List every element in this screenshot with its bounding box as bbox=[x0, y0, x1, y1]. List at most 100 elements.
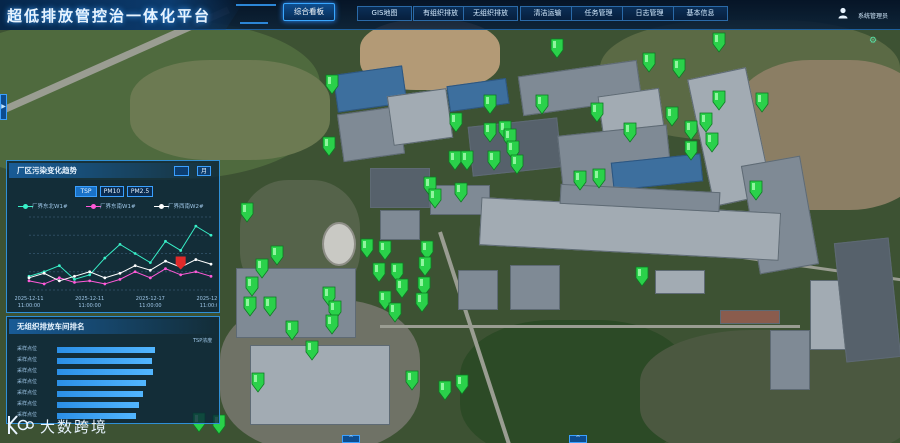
monitor-pin-icon[interactable] bbox=[372, 262, 386, 283]
tab-gis-map[interactable]: GIS地图 bbox=[357, 6, 412, 21]
bottom-panel-toggle[interactable]: ^ bbox=[342, 435, 360, 443]
series-point-1 bbox=[194, 270, 198, 274]
monitor-pin-icon[interactable] bbox=[360, 238, 374, 259]
monitor-pin-icon[interactable] bbox=[487, 150, 501, 171]
tab-tsp[interactable]: TSP bbox=[75, 186, 97, 197]
monitor-pin-icon[interactable] bbox=[550, 38, 564, 59]
monitor-pin-icon[interactable] bbox=[712, 32, 726, 53]
monitor-pin-icon[interactable] bbox=[712, 90, 726, 111]
monitor-pin-icon[interactable] bbox=[285, 320, 299, 341]
monitor-pin-icon[interactable] bbox=[684, 120, 698, 141]
ranking-row[interactable]: 采样点位 bbox=[17, 378, 213, 387]
ranking-bar bbox=[57, 358, 152, 364]
series-point-2 bbox=[57, 279, 61, 283]
tab-unorganized-emission[interactable]: 无组织排放 bbox=[463, 6, 518, 21]
monitor-pin-icon[interactable] bbox=[483, 122, 497, 143]
series-point-1 bbox=[88, 279, 92, 283]
ranking-label: 采样点位 bbox=[17, 346, 38, 352]
monitor-pin-icon[interactable] bbox=[623, 122, 637, 143]
map-view-control-icon[interactable]: ⚙ bbox=[864, 36, 882, 47]
series-point-1 bbox=[179, 273, 183, 277]
monitor-pin-icon[interactable] bbox=[672, 58, 686, 79]
monitor-pin-icon[interactable] bbox=[665, 106, 679, 127]
tab-log-management[interactable]: 日志管理 bbox=[622, 6, 677, 21]
ranking-row[interactable]: 采样点位 bbox=[17, 356, 213, 365]
monitor-pin-icon[interactable] bbox=[325, 74, 339, 95]
pollution-trend-panel: 厂区污染变化趋势 月 TSP PM10 PM2.5 厂界东北W1# 厂界东南W1… bbox=[6, 160, 220, 313]
series-line-1 bbox=[28, 268, 212, 285]
series-point-2 bbox=[133, 264, 137, 268]
monitor-pin-icon[interactable] bbox=[388, 302, 402, 323]
series-point-1 bbox=[42, 282, 46, 286]
monitor-pin-icon[interactable] bbox=[684, 140, 698, 161]
monitor-pin-icon[interactable] bbox=[460, 150, 474, 171]
ranking-bar bbox=[57, 347, 156, 353]
series-point-2 bbox=[148, 268, 152, 272]
monitor-pin-icon[interactable] bbox=[415, 292, 429, 313]
ranking-row[interactable]: 采样点位 bbox=[17, 345, 213, 354]
tab-basic-info[interactable]: 基本信息 bbox=[673, 6, 728, 21]
series-point-0 bbox=[133, 252, 137, 255]
monitor-pin-icon[interactable] bbox=[263, 296, 277, 317]
ranking-label: 采样点位 bbox=[17, 368, 38, 374]
tab-dashboard[interactable]: 综合看板 bbox=[283, 3, 335, 21]
x-tick-label: 2025-12-11 bbox=[75, 296, 104, 302]
monitor-pin-icon[interactable] bbox=[535, 94, 549, 115]
monitor-pin-icon[interactable] bbox=[325, 314, 339, 335]
panel-header: 无组织排放车间排名 bbox=[9, 319, 217, 334]
title-decoration bbox=[236, 4, 276, 6]
ranking-bar bbox=[57, 369, 153, 375]
tab-pm10[interactable]: PM10 bbox=[100, 186, 124, 197]
monitor-pin-icon[interactable] bbox=[755, 92, 769, 113]
x-tick-label: 2025-12-20 bbox=[196, 296, 217, 302]
monitor-pin-icon[interactable] bbox=[418, 256, 432, 277]
left-panel-toggle[interactable]: ▶ bbox=[0, 94, 7, 120]
monitor-pin-icon[interactable] bbox=[749, 180, 763, 201]
monitor-pin-icon[interactable] bbox=[395, 278, 409, 299]
series-point-0 bbox=[148, 261, 152, 265]
top-header: 超低排放管控治一体化平台 综合看板 GIS地图 有组织排放 无组织排放 清洁运输… bbox=[0, 0, 900, 30]
tab-organized-emission[interactable]: 有组织排放 bbox=[413, 6, 468, 21]
monitor-pin-icon[interactable] bbox=[305, 340, 319, 361]
monitor-pin-icon[interactable] bbox=[642, 52, 656, 73]
user-menu[interactable]: 系统管理员 bbox=[833, 3, 899, 25]
monitor-pin-icon[interactable] bbox=[245, 276, 259, 297]
monitor-pin-icon[interactable] bbox=[270, 245, 284, 266]
tab-task-management[interactable]: 任务管理 bbox=[571, 6, 626, 21]
monitor-pin-icon[interactable] bbox=[378, 240, 392, 261]
ranking-row[interactable]: 采样点位 bbox=[17, 400, 213, 409]
user-name: 系统管理员 bbox=[858, 13, 889, 20]
series-point-1 bbox=[209, 274, 213, 278]
monitor-pin-icon[interactable] bbox=[483, 94, 497, 115]
monitor-pin-icon[interactable] bbox=[454, 182, 468, 203]
monitor-pin-icon[interactable] bbox=[455, 374, 469, 395]
bottom-panel-toggle[interactable]: ^ bbox=[569, 435, 587, 443]
monitor-pin-icon[interactable] bbox=[243, 296, 257, 317]
monitor-pin-icon[interactable] bbox=[635, 266, 649, 287]
tab-clean-transport[interactable]: 清洁运输 bbox=[520, 6, 575, 21]
tab-pm25[interactable]: PM2.5 bbox=[127, 186, 153, 197]
series-point-0 bbox=[179, 249, 183, 252]
monitor-pin-icon[interactable] bbox=[510, 154, 524, 175]
app-title: 超低排放管控治一体化平台 bbox=[7, 7, 212, 25]
monitor-pin-icon[interactable] bbox=[240, 202, 254, 223]
ranking-bar bbox=[57, 391, 144, 397]
monitor-pin-icon[interactable] bbox=[405, 370, 419, 391]
monitor-pin-icon[interactable] bbox=[428, 188, 442, 209]
monitor-pin-icon[interactable] bbox=[699, 112, 713, 133]
ranking-row[interactable]: 采样点位 bbox=[17, 389, 213, 398]
monitor-pin-icon[interactable] bbox=[322, 136, 336, 157]
trend-line-chart[interactable]: 2025-12-1111:00:002025-12-1111:00:002025… bbox=[15, 213, 217, 310]
ranking-row[interactable]: 采样点位 bbox=[17, 367, 213, 376]
monitor-pin-icon[interactable] bbox=[438, 380, 452, 401]
series-point-0 bbox=[118, 242, 122, 246]
monitor-pin-icon[interactable] bbox=[573, 170, 587, 191]
monitor-pin-icon[interactable] bbox=[449, 112, 463, 133]
monitor-pin-icon[interactable] bbox=[705, 132, 719, 153]
monitor-pin-icon[interactable] bbox=[590, 102, 604, 123]
series-point-1 bbox=[73, 280, 76, 284]
monitor-pin-icon[interactable] bbox=[251, 372, 265, 393]
period-month-button[interactable]: 月 bbox=[197, 166, 211, 176]
series-point-2 bbox=[103, 276, 107, 280]
monitor-pin-icon[interactable] bbox=[592, 168, 606, 189]
